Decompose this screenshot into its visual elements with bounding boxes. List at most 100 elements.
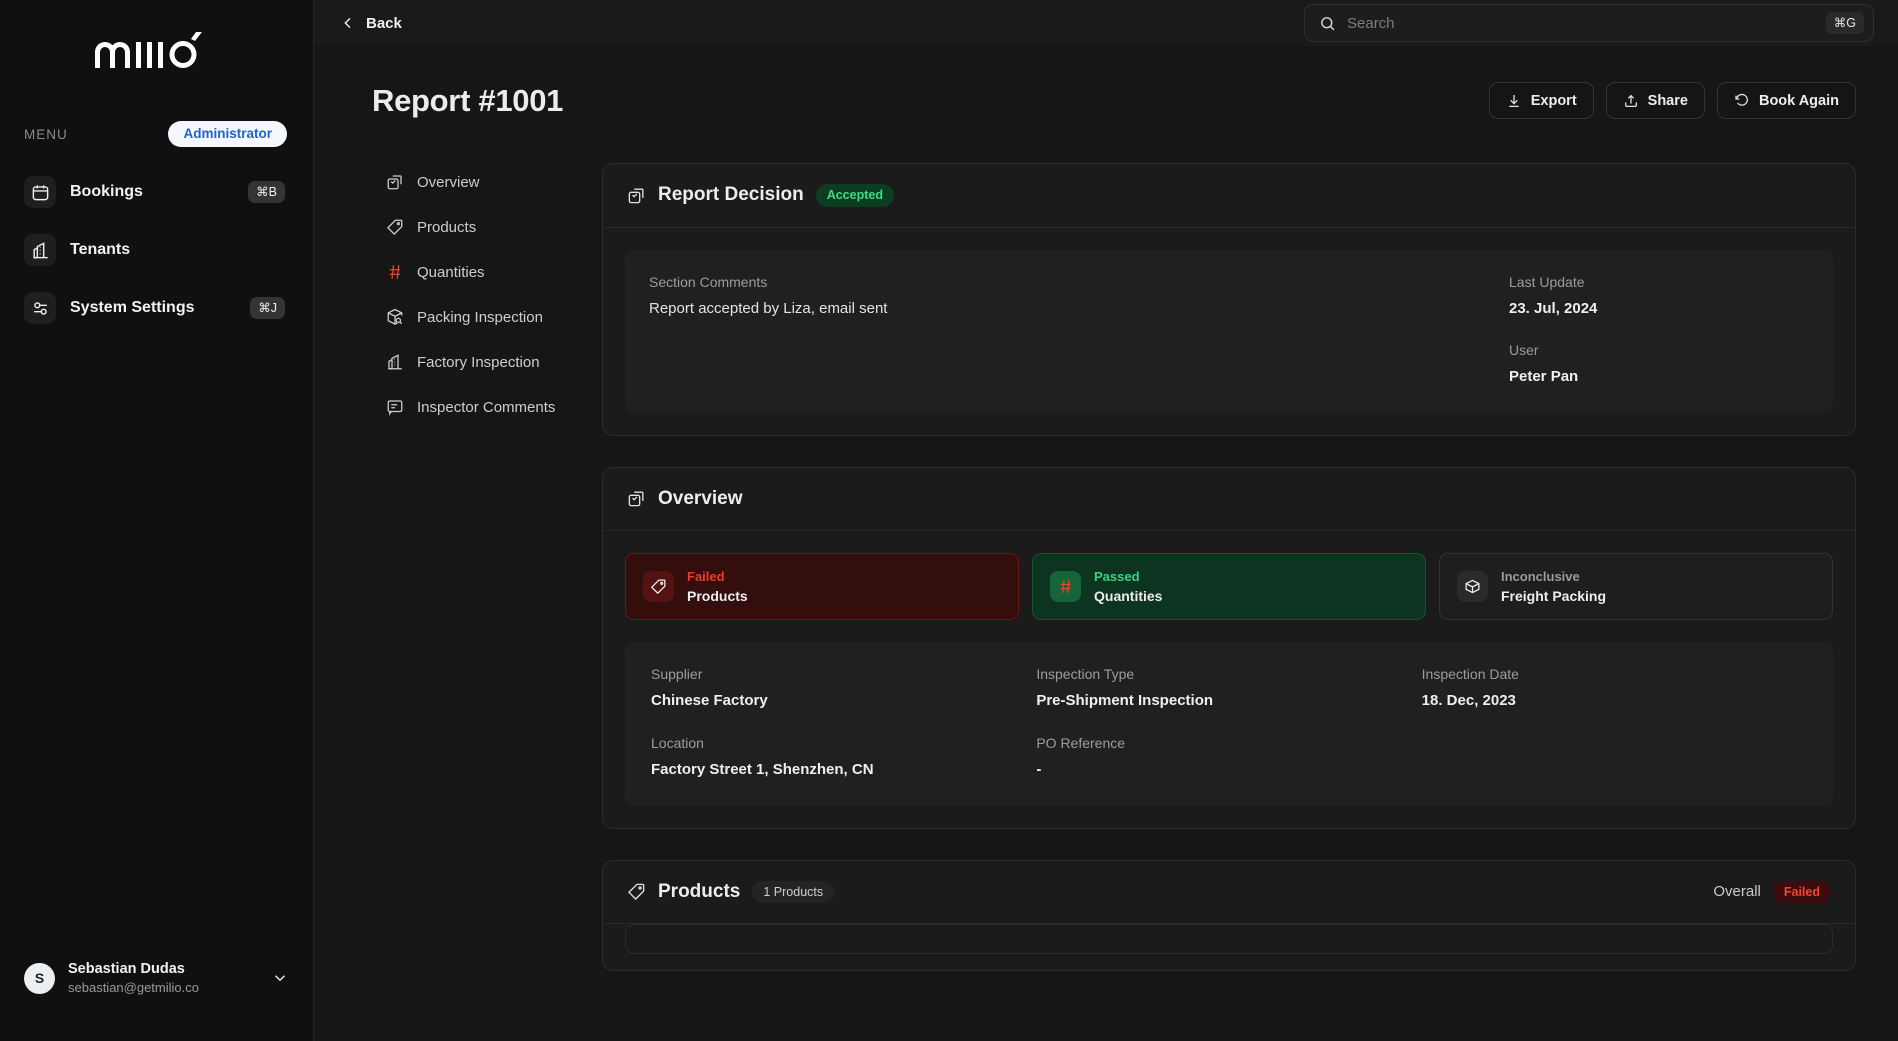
sidebar-nav: Bookings ⌘B Tenants System Settings ⌘J bbox=[0, 156, 313, 326]
share-icon bbox=[1624, 94, 1637, 107]
book-again-button[interactable]: Book Again bbox=[1716, 82, 1856, 119]
export-label: Export bbox=[1530, 92, 1577, 109]
overview-details-grid: Supplier Chinese Factory Inspection Type… bbox=[651, 666, 1807, 778]
detail-value: Pre-Shipment Inspection bbox=[1036, 691, 1214, 709]
status-card-status: Inconclusive bbox=[1501, 568, 1580, 584]
search-box[interactable]: ⌘G bbox=[1304, 4, 1874, 42]
status-card-text: Failed Products bbox=[687, 569, 748, 604]
user-account-menu[interactable]: S Sebastian Dudas sebastian@getmilio.co bbox=[0, 960, 313, 997]
tag-icon bbox=[643, 570, 674, 602]
body-columns: Overview Products Quantities Packing Ins… bbox=[314, 119, 1898, 971]
app-root: MENU Administrator Bookings ⌘B Tenants S… bbox=[0, 0, 1898, 1041]
detail-value: Factory Street 1, Shenzhen, CN bbox=[651, 760, 874, 778]
chevron-down-icon[interactable] bbox=[271, 969, 289, 987]
tag-icon bbox=[628, 883, 645, 901]
status-card-freight-packing[interactable]: Inconclusive Freight Packing bbox=[1439, 552, 1833, 620]
sidebar-item-label: Tenants bbox=[70, 241, 131, 258]
overall-status-badge: Failed bbox=[1772, 880, 1831, 903]
search-wrap: ⌘G bbox=[1304, 4, 1874, 42]
role-badge[interactable]: Administrator bbox=[168, 121, 287, 147]
last-update-value: 23. Jul, 2024 bbox=[1509, 299, 1598, 317]
status-card-label: Freight Packing bbox=[1501, 587, 1607, 604]
search-icon bbox=[1321, 16, 1335, 30]
status-card-text: Inconclusive Freight Packing bbox=[1501, 569, 1606, 604]
status-card-products[interactable]: Failed Products bbox=[625, 552, 1019, 620]
copy-check-icon bbox=[628, 491, 644, 507]
section-nav-item-packing-inspection[interactable]: Packing Inspection bbox=[386, 308, 602, 326]
overview-card: Overview Failed Products Passed Quantiti… bbox=[602, 466, 1856, 829]
overview-details-panel: Supplier Chinese Factory Inspection Type… bbox=[625, 641, 1833, 806]
section-nav-item-factory-inspection[interactable]: Factory Inspection bbox=[386, 353, 602, 371]
section-nav-label: Overview bbox=[417, 173, 480, 191]
package-icon bbox=[1457, 570, 1488, 602]
package-search-icon bbox=[387, 308, 403, 325]
sidebar-menu-header: MENU Administrator bbox=[0, 112, 313, 156]
card-title: Report Decision bbox=[658, 184, 804, 206]
chevron-left-icon bbox=[344, 17, 351, 29]
building-icon bbox=[388, 354, 402, 370]
section-nav-item-overview[interactable]: Overview bbox=[386, 173, 602, 191]
products-card: Products 1 Products Overall Failed bbox=[602, 859, 1856, 971]
sidebar-item-tenants[interactable]: Tenants bbox=[20, 232, 293, 268]
products-header: Products 1 Products Overall Failed bbox=[603, 861, 1855, 924]
sidebar-item-system-settings[interactable]: System Settings ⌘J bbox=[20, 290, 293, 326]
back-button[interactable]: Back bbox=[340, 15, 402, 32]
section-nav: Overview Products Quantities Packing Ins… bbox=[372, 163, 602, 971]
product-row-box[interactable] bbox=[625, 924, 1833, 954]
share-button[interactable]: Share bbox=[1605, 82, 1705, 119]
menu-label: MENU bbox=[24, 126, 68, 142]
detail-label: Supplier bbox=[651, 665, 703, 682]
export-button[interactable]: Export bbox=[1488, 82, 1594, 119]
status-card-text: Passed Quantities bbox=[1094, 569, 1162, 604]
sidebar-shortcut: ⌘J bbox=[250, 296, 285, 320]
book-again-label: Book Again bbox=[1758, 92, 1839, 109]
status-card-status: Failed bbox=[687, 568, 725, 584]
tag-icon bbox=[386, 219, 403, 236]
copy-check-icon bbox=[628, 188, 644, 204]
status-badge: Accepted bbox=[815, 184, 894, 207]
status-card-quantities[interactable]: Passed Quantities bbox=[1032, 552, 1426, 620]
products-overall: Overall Failed bbox=[1713, 880, 1831, 903]
copy-check-icon bbox=[387, 175, 402, 190]
page-content: Report #1001 Export Share Book Again Ove… bbox=[314, 46, 1898, 1041]
card-title: Products bbox=[658, 880, 741, 902]
sidebar-item-bookings[interactable]: Bookings ⌘B bbox=[20, 174, 293, 210]
share-label: Share bbox=[1647, 92, 1688, 109]
detail-inspection-type: Inspection Type Pre-Shipment Inspection bbox=[1036, 666, 1421, 709]
message-square-icon bbox=[387, 400, 403, 416]
detail-label: Location bbox=[651, 734, 704, 751]
section-nav-item-quantities[interactable]: Quantities bbox=[386, 263, 602, 281]
building-icon bbox=[24, 234, 56, 266]
brand-logo[interactable] bbox=[0, 0, 313, 104]
section-comments-value: Report accepted by Liza, email sent bbox=[649, 299, 888, 317]
section-comments-label: Section Comments bbox=[649, 273, 768, 290]
avatar: S bbox=[24, 962, 55, 994]
section-nav-item-inspector-comments[interactable]: Inspector Comments bbox=[386, 398, 602, 416]
report-decision-panel: Section Comments Report accepted by Liza… bbox=[625, 249, 1833, 413]
overview-header: Overview bbox=[603, 468, 1855, 531]
detail-value: - bbox=[1036, 760, 1042, 778]
overall-label: Overall bbox=[1713, 883, 1761, 901]
detail-inspection-date: Inspection Date 18. Dec, 2023 bbox=[1422, 666, 1807, 709]
detail-label: Inspection Date bbox=[1421, 665, 1519, 682]
status-card-label: Products bbox=[687, 587, 748, 604]
sidebar-shortcut: ⌘B bbox=[248, 180, 285, 204]
hash-icon bbox=[1050, 570, 1081, 602]
section-nav-item-products[interactable]: Products bbox=[386, 218, 602, 236]
search-input[interactable] bbox=[1347, 14, 1815, 32]
milio-logo-icon bbox=[94, 32, 202, 68]
section-nav-label: Inspector Comments bbox=[417, 398, 556, 416]
report-decision-card: Report Decision Accepted Section Comment… bbox=[602, 163, 1856, 436]
sidebar: MENU Administrator Bookings ⌘B Tenants S… bbox=[0, 0, 314, 1041]
back-label: Back bbox=[366, 14, 402, 32]
history-icon bbox=[1735, 93, 1748, 106]
calendar-icon bbox=[24, 176, 56, 208]
sliders-icon bbox=[24, 292, 56, 324]
user-email: sebastian@getmilio.co bbox=[68, 980, 199, 996]
sidebar-item-label: Bookings bbox=[70, 183, 143, 200]
detail-value: Chinese Factory bbox=[651, 691, 768, 709]
user-value: Peter Pan bbox=[1509, 367, 1579, 385]
main-area: Back ⌘G Report #1001 Export bbox=[314, 0, 1898, 1041]
products-count-badge: 1 Products bbox=[752, 880, 835, 903]
card-title: Overview bbox=[658, 487, 743, 509]
